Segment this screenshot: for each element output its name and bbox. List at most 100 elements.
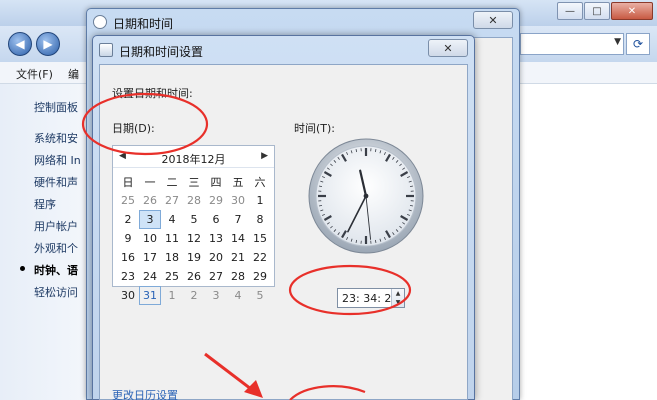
calendar-day[interactable]: 18	[161, 248, 183, 267]
settings-heading: 设置日期和时间:	[112, 87, 193, 100]
weekday-label: 二	[166, 175, 178, 189]
forward-button[interactable]: ▶	[36, 32, 60, 56]
calendar-weekday-row: 日一二三四五六	[117, 172, 271, 191]
calendar-day[interactable]: 5	[249, 286, 271, 305]
sidebar-item-accessibility[interactable]: 轻松访问	[34, 284, 78, 300]
calendar-day[interactable]: 16	[117, 248, 139, 267]
calendar-day[interactable]: 5	[183, 210, 205, 229]
weekday-label: 三	[188, 175, 200, 189]
next-month-button[interactable]: ▶	[261, 151, 268, 161]
close-button[interactable]: ✕	[611, 2, 653, 20]
spinner-down-icon[interactable]: ▼	[392, 298, 404, 307]
calendar-day[interactable]: 12	[183, 229, 205, 248]
weekday-label: 六	[254, 175, 266, 189]
current-item-bullet	[20, 266, 25, 271]
menu-file[interactable]: 文件(F)	[16, 66, 53, 82]
calendar-day[interactable]: 24	[139, 267, 161, 286]
control-panel-sidebar: 控制面板 系统和安 网络和 In 硬件和声 程序 用户帐户 外观和个 时钟、语 …	[0, 84, 95, 400]
calendar-day[interactable]: 28	[183, 191, 205, 210]
calendar-day[interactable]: 6	[205, 210, 227, 229]
time-spinner[interactable]: ▲ ▼	[391, 289, 404, 307]
calendar-week-row: 30 31 1 2 3 4 5	[117, 286, 271, 305]
calendar-day[interactable]: 27	[161, 191, 183, 210]
calendar-day[interactable]: 10	[139, 229, 161, 248]
calendar-day[interactable]: 25	[117, 191, 139, 210]
close-button[interactable]: ✕	[428, 39, 468, 57]
calendar-week-row: 25 26 27 28 29 30 1	[117, 191, 271, 210]
sidebar-item-system[interactable]: 系统和安	[34, 130, 78, 146]
weekday-label: 四	[210, 175, 222, 189]
refresh-button[interactable]: ⟳	[626, 33, 650, 55]
calendar-day[interactable]: 17	[139, 248, 161, 267]
calendar-day[interactable]: 8	[249, 210, 271, 229]
calendar-day[interactable]: 11	[161, 229, 183, 248]
calendar-day[interactable]: 30	[117, 286, 139, 305]
close-button[interactable]: ✕	[473, 11, 513, 29]
window-controls: — □ ✕	[556, 2, 653, 20]
calendar-day[interactable]: 3	[205, 286, 227, 305]
calendar-day[interactable]: 28	[227, 267, 249, 286]
calendar-day[interactable]: 29	[249, 267, 271, 286]
calendar-day[interactable]: 25	[161, 267, 183, 286]
calendar-day[interactable]: 1	[161, 286, 183, 305]
calendar-day[interactable]: 22	[249, 248, 271, 267]
calendar-day[interactable]: 2	[183, 286, 205, 305]
time-input[interactable]: 23: 34: 29 ▲ ▼	[337, 288, 405, 308]
sidebar-item-clock[interactable]: 时钟、语	[34, 262, 78, 278]
chevron-down-icon: ▼	[614, 37, 621, 47]
time-value[interactable]: 23: 34: 29	[342, 292, 398, 305]
sidebar-item-home[interactable]: 控制面板	[34, 99, 78, 115]
calendar-day[interactable]: 13	[205, 229, 227, 248]
weekday-label: 五	[232, 175, 244, 189]
sidebar-item-programs[interactable]: 程序	[34, 196, 56, 212]
calendar-day[interactable]: 15	[249, 229, 271, 248]
calendar-day[interactable]: 1	[249, 191, 271, 210]
calendar-day[interactable]: 9	[117, 229, 139, 248]
maximize-button[interactable]: □	[584, 2, 610, 20]
change-calendar-settings-link[interactable]: 更改日历设置	[112, 387, 178, 400]
date-label: 日期(D):	[112, 122, 155, 135]
calendar-day[interactable]: 4	[227, 286, 249, 305]
dialog-title: 日期和时间	[113, 17, 174, 31]
sidebar-item-accounts[interactable]: 用户帐户	[34, 218, 78, 234]
calendar-day[interactable]: 2	[117, 210, 139, 229]
calendar-day[interactable]: 20	[205, 248, 227, 267]
calendar-week-row: 2345678	[117, 210, 271, 229]
calendar-day[interactable]: 30	[227, 191, 249, 210]
weekday-label: 日	[122, 175, 134, 189]
calendar-day[interactable]: 3	[139, 210, 161, 229]
clock-center	[363, 193, 369, 199]
calendar-day[interactable]: 31	[139, 286, 161, 305]
calendar-day[interactable]: 23	[117, 267, 139, 286]
calendar-week-row: 16 17 18 19 20 21 22	[117, 248, 271, 267]
calendar-day[interactable]: 26	[183, 267, 205, 286]
menu-edit[interactable]: 编	[68, 66, 79, 82]
weekday-label: 一	[144, 175, 156, 189]
calendar-day[interactable]: 29	[205, 191, 227, 210]
time-label: 时间(T):	[294, 122, 336, 135]
calendar-grid: 日一二三四五六 25 26 27 28 29 30 1 2 3 4 5 6 7 8 9 10 11 12 13 14 15…	[117, 172, 271, 305]
minimize-button[interactable]: —	[557, 2, 583, 20]
refresh-icon: ⟳	[632, 37, 644, 51]
forward-arrow-icon: ▶	[43, 37, 53, 51]
calendar-day[interactable]: 4	[161, 210, 183, 229]
calendar-week-row: 9 10 11 12 13 14 15	[117, 229, 271, 248]
calendar-day[interactable]: 7	[227, 210, 249, 229]
analog-clock	[308, 138, 424, 254]
address-dropdown[interactable]: ▼	[520, 33, 624, 55]
calendar: ◀ 2018年12月 ▶ 日一二三四五六 25 26 27 28 29 30 1 2 3 4 5 6 7 8…	[112, 145, 275, 305]
calendar-icon	[99, 43, 113, 57]
spinner-up-icon[interactable]: ▲	[392, 289, 404, 298]
sidebar-item-hardware[interactable]: 硬件和声	[34, 174, 78, 190]
calendar-header: ◀ 2018年12月 ▶	[113, 146, 274, 168]
calendar-day[interactable]: 26	[139, 191, 161, 210]
calendar-month-title[interactable]: 2018年12月	[113, 151, 274, 167]
calendar-day[interactable]: 19	[183, 248, 205, 267]
back-arrow-icon: ◀	[15, 37, 25, 51]
calendar-day[interactable]: 21	[227, 248, 249, 267]
sidebar-item-appearance[interactable]: 外观和个	[34, 240, 78, 256]
calendar-day[interactable]: 14	[227, 229, 249, 248]
calendar-day[interactable]: 27	[205, 267, 227, 286]
back-button[interactable]: ◀	[8, 32, 32, 56]
sidebar-item-network[interactable]: 网络和 In	[34, 152, 81, 168]
